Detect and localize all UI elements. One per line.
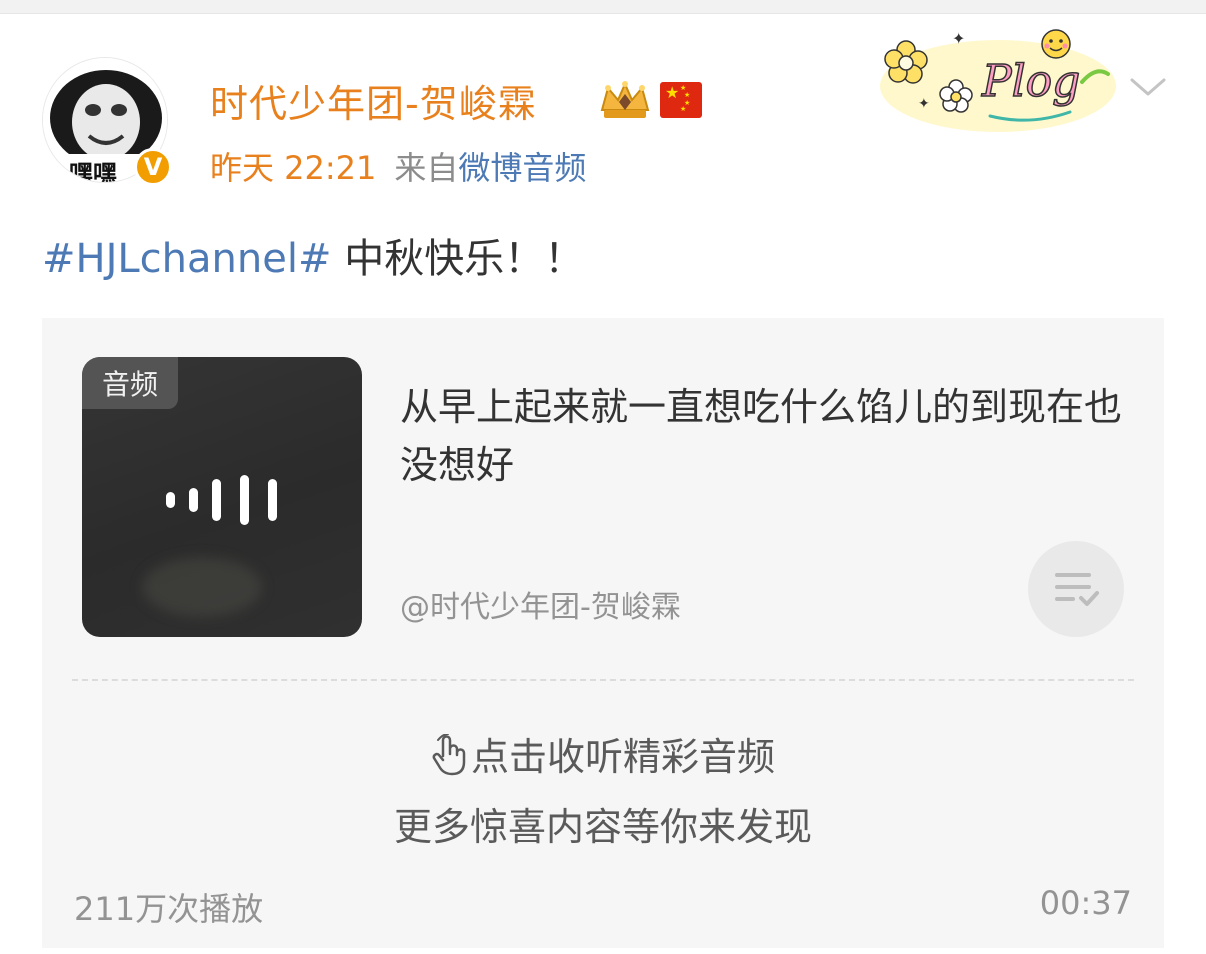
svg-text:✦: ✦: [952, 29, 965, 48]
post-time: 昨天 22:21: [210, 149, 377, 187]
post-body: 中秋快乐！！: [331, 236, 585, 282]
verified-icon: V: [134, 148, 172, 186]
audio-card[interactable]: 音频 从早上起来就一直想吃什么馅儿的到现在也没想好 @时代少年团-贺峻霖 点击收…: [42, 318, 1164, 948]
avatar-caption: 嘿嘿: [69, 160, 117, 183]
plog-text: Plog: [981, 56, 1080, 107]
svg-text:✦: ✦: [918, 96, 930, 112]
audio-author[interactable]: @时代少年团-贺峻霖: [400, 582, 681, 626]
audio-badge: 音频: [82, 357, 178, 409]
cta-line-1[interactable]: 点击收听精彩音频: [471, 735, 775, 779]
username[interactable]: 时代少年团-贺峻霖: [210, 73, 537, 128]
chevron-down-icon[interactable]: [1128, 74, 1168, 106]
china-flag-icon: ★ ★ ★ ★ ★: [660, 82, 702, 118]
crown-icon[interactable]: [598, 80, 652, 126]
cover-smoke: [142, 557, 262, 617]
play-count: 211万次播放: [74, 890, 264, 928]
source-prefix: 来自: [394, 149, 459, 187]
audio-cover[interactable]: 音频: [82, 357, 362, 637]
post-text: #HJLchannel# 中秋快乐！！: [42, 226, 584, 284]
playlist-check-icon: [1055, 573, 1099, 606]
cta-line-2: 更多惊喜内容等你来发现: [393, 805, 812, 849]
card-divider: [72, 679, 1134, 681]
hashtag-link[interactable]: #HJLchannel#: [42, 236, 331, 282]
audio-title[interactable]: 从早上起来就一直想吃什么馅儿的到现在也没想好: [400, 378, 1130, 494]
playlist-button[interactable]: [1028, 541, 1124, 637]
source-link[interactable]: 微博音频: [458, 149, 586, 187]
tap-hand-icon: [431, 733, 469, 785]
sound-wave-icon: [164, 475, 282, 529]
plog-sticker: ✦ ✦ Plog: [870, 22, 1116, 138]
top-strip: [0, 0, 1206, 14]
audio-duration: 00:37: [1039, 884, 1132, 922]
listen-cta[interactable]: 点击收听精彩音频: [42, 726, 1164, 785]
post-meta: 昨天 22:21 来自微博音频: [210, 143, 586, 189]
